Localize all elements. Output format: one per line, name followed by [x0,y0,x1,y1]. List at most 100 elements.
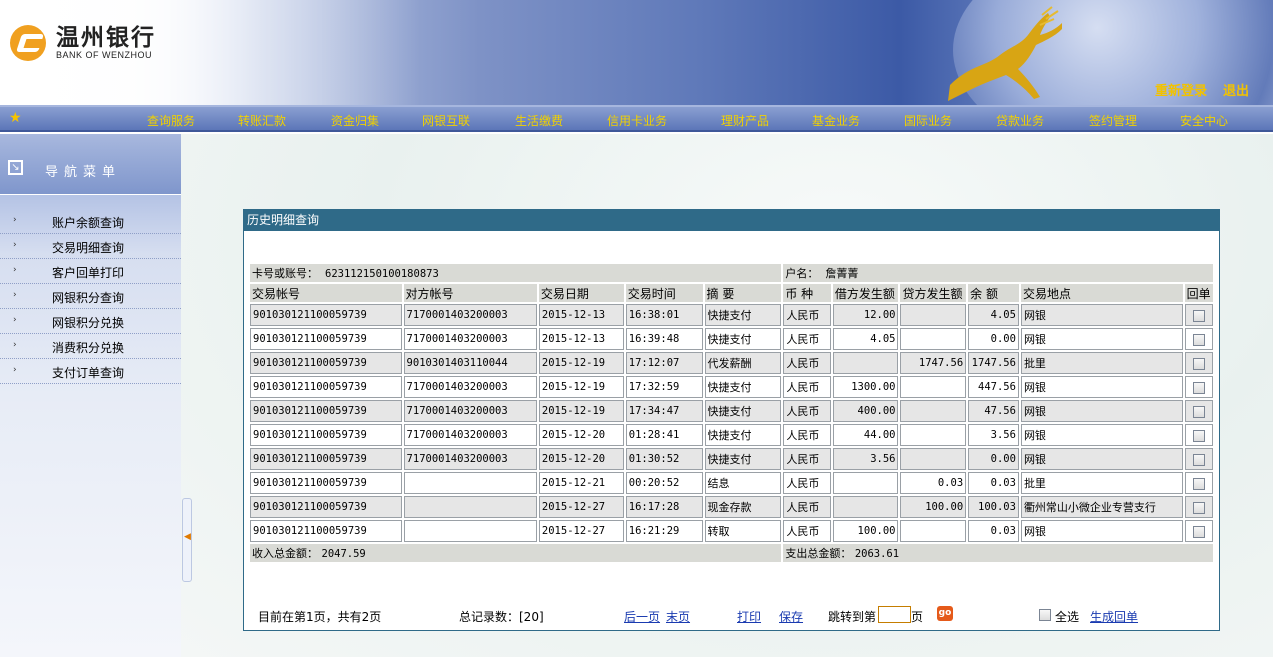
logout-link[interactable]: 退出 [1223,80,1249,99]
table-cell: 47.56 [968,400,1019,422]
page-jump-input[interactable] [878,606,911,623]
table-cell [900,400,967,422]
sidebar-item-points-redeem[interactable]: › 网银积分兑换 [0,309,181,334]
table-cell [403,472,537,494]
select-all-label: 全选 [1055,610,1080,624]
table-cell: 代发薪酬 [704,352,782,374]
table-cell: 快捷支付 [704,304,782,326]
table-cell: 网银 [1020,304,1183,326]
table-cell: 0.03 [968,472,1019,494]
table-cell: 2015-12-20 [538,448,624,470]
receipt-checkbox[interactable] [1192,309,1205,322]
table-cell: 网银 [1020,424,1183,446]
go-button[interactable]: go [937,606,953,621]
table-cell: 人民币 [783,448,831,470]
receipt-cell [1184,424,1213,446]
table-cell: 00:20:52 [625,472,703,494]
table-cell: 7170001403200003 [403,328,537,350]
table-cell: 结息 [704,472,782,494]
income-label: 收入总金额： [252,547,318,560]
table-cell: 转取 [704,520,782,542]
table-cell: 901030121100059739 [250,520,402,542]
table-cell: 3.56 [968,424,1019,446]
bank-logo-icon [10,25,50,61]
col-counter-account: 对方帐号 [403,284,537,302]
nav-item-credit-card[interactable]: 信用卡业务 [607,112,667,129]
deer-icon [948,6,1062,101]
receipt-checkbox[interactable] [1192,381,1205,394]
receipt-checkbox[interactable] [1192,477,1205,490]
table-cell: 快捷支付 [704,424,782,446]
col-location: 交易地点 [1020,284,1183,302]
sidebar-menu: › 账户余额查询 › 交易明细查询 › 客户回单打印 › 网银积分查询 › 网银积分兑换 … [0,209,181,384]
chevron-right-icon: › [13,365,17,375]
receipt-checkbox[interactable] [1192,357,1205,370]
sidebar-header: ↘ 导航菜单 [0,134,181,195]
table-cell: 人民币 [783,328,831,350]
nav-item-wealth[interactable]: 理财产品 [721,112,769,129]
print-link[interactable]: 打印 [737,608,761,625]
receipt-checkbox[interactable] [1192,525,1205,538]
table-cell: 0.00 [968,448,1019,470]
nav-item-security[interactable]: 安全中心 [1180,112,1228,129]
save-link[interactable]: 保存 [779,608,803,625]
transaction-table: 卡号或账号： 623112150100180873 户名： 詹菁菁 交易帐号 对… [248,262,1215,564]
table-cell: 400.00 [832,400,899,422]
nav-item-contract[interactable]: 签约管理 [1089,112,1137,129]
income-total: 2047.59 [321,548,366,560]
table-row: 901030121100059739 2015-12-27 16:21:29 转取 人民… [250,520,1213,542]
next-page-link[interactable]: 后一页 [624,608,660,625]
receipt-checkbox[interactable] [1192,453,1205,466]
receipt-cell [1184,472,1213,494]
sidebar-item-payment-orders[interactable]: › 支付订单查询 [0,359,181,384]
generate-receipt-link[interactable]: 生成回单 [1090,608,1138,625]
nav-item-interbank[interactable]: 网银互联 [422,112,470,129]
table-cell: 16:38:01 [625,304,703,326]
table-cell: 人民币 [783,352,831,374]
table-cell: 人民币 [783,520,831,542]
nav-item-transfer[interactable]: 转账汇款 [238,112,286,129]
table-cell: 2015-12-19 [538,352,624,374]
card-number: 623112150100180873 [325,268,439,280]
sidebar-item-consumer-points[interactable]: › 消费积分兑换 [0,334,181,359]
table-cell: 44.00 [832,424,899,446]
account-info-row: 卡号或账号： 623112150100180873 户名： 詹菁菁 [250,264,1213,282]
receipt-checkbox[interactable] [1192,405,1205,418]
receipt-checkbox[interactable] [1192,429,1205,442]
receipt-checkbox[interactable] [1192,501,1205,514]
receipt-checkbox[interactable] [1192,333,1205,346]
receipt-cell [1184,328,1213,350]
sidebar-item-points-query[interactable]: › 网银积分查询 [0,284,181,309]
table-cell: 2015-12-20 [538,424,624,446]
nav-item-fund-collection[interactable]: 资金归集 [331,112,379,129]
table-cell [832,496,899,518]
panel-title: 历史明细查询 [244,210,1219,231]
sidebar-item-balance[interactable]: › 账户余额查询 [0,209,181,234]
table-cell: 4.05 [832,328,899,350]
table-cell [900,304,967,326]
sidebar-collapse-handle[interactable]: ◀ [182,498,192,582]
nav-item-loan[interactable]: 贷款业务 [996,112,1044,129]
last-page-link[interactable]: 末页 [666,608,690,625]
table-cell: 447.56 [968,376,1019,398]
nav-item-fund[interactable]: 基金业务 [812,112,860,129]
table-cell [832,352,899,374]
table-cell: 现金存款 [704,496,782,518]
table-cell: 17:32:59 [625,376,703,398]
nav-item-international[interactable]: 国际业务 [904,112,952,129]
nav-item-bill-payment[interactable]: 生活缴费 [515,112,563,129]
table-cell [403,496,537,518]
col-date: 交易日期 [538,284,624,302]
nav-item-query[interactable]: 查询服务 [147,112,195,129]
relogin-link[interactable]: 重新登录 [1155,80,1207,99]
sidebar-item-transactions[interactable]: › 交易明细查询 [0,234,181,259]
sidebar-item-receipt-print[interactable]: › 客户回单打印 [0,259,181,284]
star-icon[interactable]: ★ [9,110,22,126]
table-cell: 9010301403110044 [403,352,537,374]
table-cell: 快捷支付 [704,376,782,398]
total-records: 总记录数：[20] [459,610,544,624]
table-row: 901030121100059739 9010301403110044 2015-1… [250,352,1213,374]
table-row: 901030121100059739 7170001403200003 2015-1… [250,400,1213,422]
chevron-right-icon: › [13,290,17,300]
sidebar-title: 导航菜单 [45,165,122,180]
